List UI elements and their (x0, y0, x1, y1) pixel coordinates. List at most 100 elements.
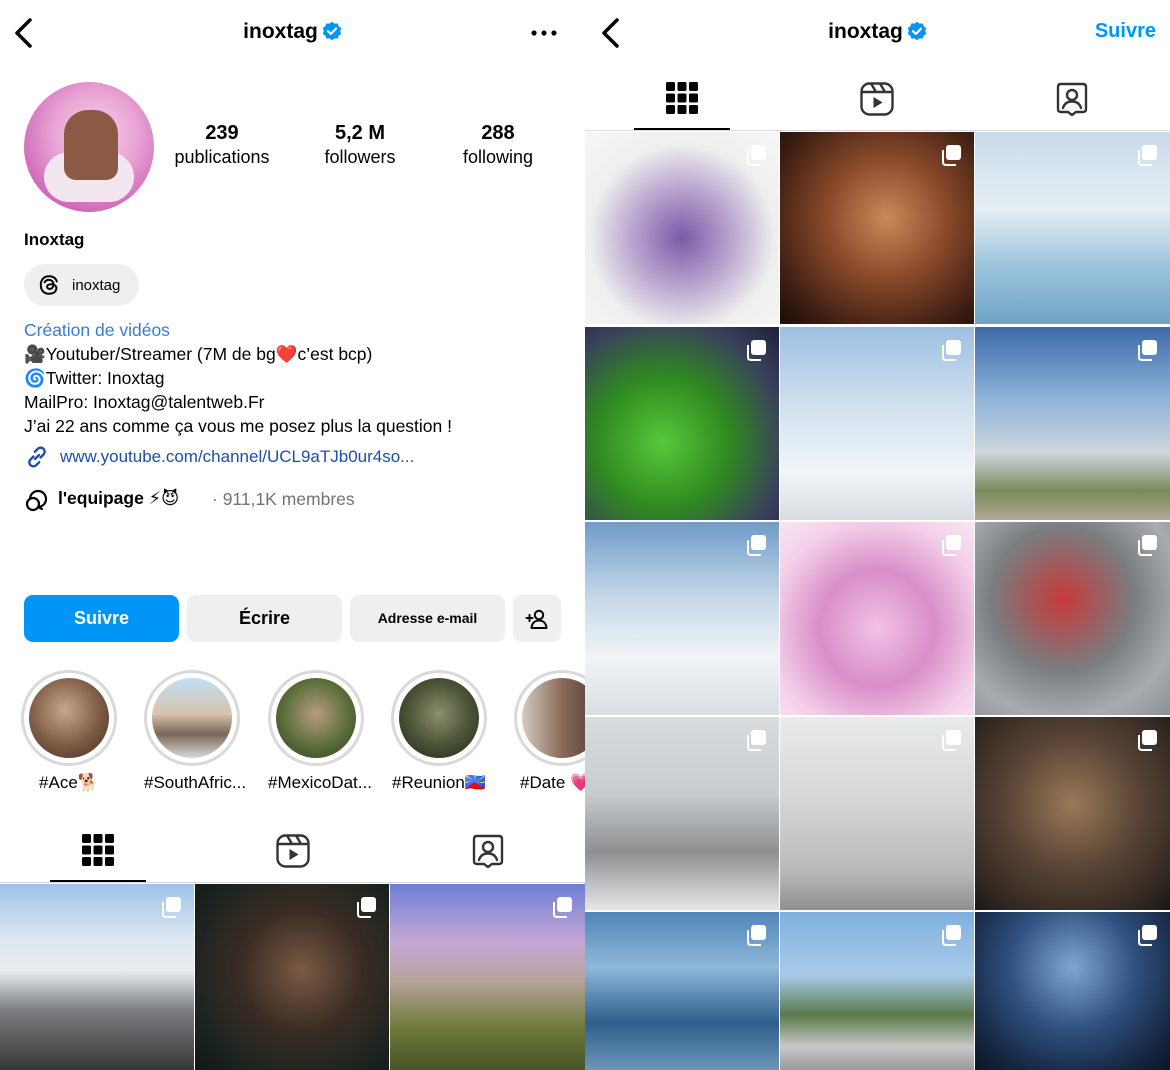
username-text: inoxtag (828, 20, 903, 43)
bio: Création de vidéos 🎥Youtuber/Streamer (7… (24, 318, 564, 438)
reels-icon (860, 82, 894, 116)
display-name: Inoxtag (24, 230, 85, 249)
multi-post-icon (942, 145, 961, 166)
highlight-reunion[interactable]: #Reunion🇷🇪 (391, 670, 487, 793)
verified-badge-icon (322, 21, 342, 41)
profile-link-text: www.youtube.com/channel/UCL9aTJb0ur4so..… (60, 447, 415, 466)
highlight-date[interactable]: #Date 💗 (514, 670, 585, 793)
broadcast-channel[interactable]: l'equipage ⚡😈 · 911,1K membres (24, 486, 355, 517)
bio-line: J’ai 22 ans comme ça vous me posez plus … (24, 416, 452, 436)
highlight-label: #Reunion🇷🇪 (392, 773, 486, 792)
posts-grid-pane: inoxtag Suivre (585, 0, 1170, 1070)
highlight-label: #Date 💗 (520, 773, 585, 792)
post-thumbnail[interactable] (195, 884, 389, 1070)
tab-tagged[interactable] (1023, 70, 1119, 130)
channel-icon (25, 489, 48, 512)
tab-reels[interactable] (244, 822, 340, 882)
stat-label: followers (324, 147, 396, 167)
stat-followers[interactable]: 5,2 M followers (295, 122, 425, 168)
profile-tabs (0, 822, 585, 882)
post-thumbnail[interactable] (780, 132, 974, 324)
post-thumbnail[interactable] (780, 327, 974, 520)
threads-icon (39, 275, 58, 295)
stat-label: following (462, 147, 534, 167)
post-thumbnail[interactable] (390, 884, 585, 1070)
post-thumbnail[interactable] (975, 522, 1170, 715)
profile-tabs (585, 70, 1170, 130)
highlight-thumbnail (152, 678, 232, 758)
top-bar: inoxtag Suivre (585, 0, 1170, 66)
multi-post-icon (1138, 535, 1157, 556)
highlight-thumbnail (29, 678, 109, 758)
multi-post-icon (553, 897, 572, 918)
post-thumbnail[interactable] (585, 912, 779, 1070)
profile-link[interactable]: www.youtube.com/channel/UCL9aTJb0ur4so..… (24, 444, 414, 475)
threads-handle: inoxtag (72, 277, 121, 294)
tab-reels[interactable] (828, 70, 924, 130)
channel-members: · 911,1K membres (212, 489, 355, 509)
avatar-image-figure (64, 110, 118, 180)
post-thumbnail[interactable] (585, 132, 779, 324)
bio-line: 🎥Youtuber/Streamer (7M de bg❤️c’est bcp) (24, 344, 373, 364)
grid-icon (82, 834, 114, 866)
stat-value: 288 (481, 122, 515, 144)
post-thumbnail[interactable] (975, 717, 1170, 910)
highlight-label: #MexicoDat... (268, 773, 372, 792)
post-thumbnail[interactable] (585, 327, 779, 520)
tabs-divider (0, 882, 585, 883)
post-thumbnail[interactable] (585, 717, 779, 910)
verified-badge-icon (907, 21, 927, 41)
multi-post-icon (1138, 730, 1157, 751)
multi-post-icon (747, 925, 766, 946)
highlight-thumbnail (276, 678, 356, 758)
stat-value: 239 (205, 122, 239, 144)
multi-post-icon (162, 897, 181, 918)
post-thumbnail[interactable] (585, 522, 779, 715)
stat-publications[interactable]: 239 publications (157, 122, 287, 168)
profile-avatar[interactable] (24, 82, 154, 212)
message-button[interactable]: Écrire (187, 595, 342, 642)
username-text: inoxtag (243, 20, 318, 43)
highlight-mexico[interactable]: #MexicoDat... (268, 670, 372, 793)
highlight-southafrica[interactable]: #SouthAfric... (144, 670, 247, 793)
multi-post-icon (942, 340, 961, 361)
highlight-ace[interactable]: #Ace🐕 (21, 670, 117, 793)
threads-badge[interactable]: inoxtag (24, 264, 139, 306)
post-thumbnail[interactable] (975, 912, 1170, 1070)
multi-post-icon (1138, 145, 1157, 166)
top-bar: inoxtag (0, 0, 585, 66)
tab-posts[interactable] (634, 70, 730, 130)
multi-post-icon (1138, 925, 1157, 946)
tagged-icon (1056, 82, 1088, 116)
tab-posts[interactable] (50, 822, 146, 882)
post-thumbnail[interactable] (975, 132, 1170, 324)
multi-post-icon (747, 145, 766, 166)
profile-username-title: inoxtag (0, 20, 585, 44)
post-thumbnail[interactable] (780, 717, 974, 910)
link-icon (28, 446, 46, 468)
post-thumbnail[interactable] (975, 327, 1170, 520)
highlight-thumbnail (399, 678, 479, 758)
tab-tagged[interactable] (439, 822, 535, 882)
post-thumbnail[interactable] (780, 912, 974, 1070)
multi-post-icon (747, 535, 766, 556)
more-dots-icon[interactable] (531, 28, 557, 38)
follow-link-button[interactable]: Suivre (1095, 20, 1156, 43)
post-thumbnail[interactable] (780, 522, 974, 715)
tagged-icon (472, 834, 504, 868)
follow-button[interactable]: Suivre (24, 595, 179, 642)
multi-post-icon (747, 730, 766, 751)
bio-category: Création de vidéos (24, 320, 170, 340)
profile-username-title: inoxtag (585, 20, 1170, 44)
stat-following[interactable]: 288 following (433, 122, 563, 168)
suggest-users-button[interactable] (513, 595, 561, 642)
highlight-label: #Ace🐕 (39, 773, 99, 792)
highlight-label: #SouthAfric... (144, 773, 247, 792)
multi-post-icon (747, 340, 766, 361)
email-button[interactable]: Adresse e-mail (350, 595, 505, 642)
post-thumbnail[interactable] (0, 884, 194, 1070)
stat-value: 5,2 M (334, 122, 386, 144)
multi-post-icon (942, 535, 961, 556)
stat-label: publications (174, 147, 270, 167)
multi-post-icon (1138, 340, 1157, 361)
